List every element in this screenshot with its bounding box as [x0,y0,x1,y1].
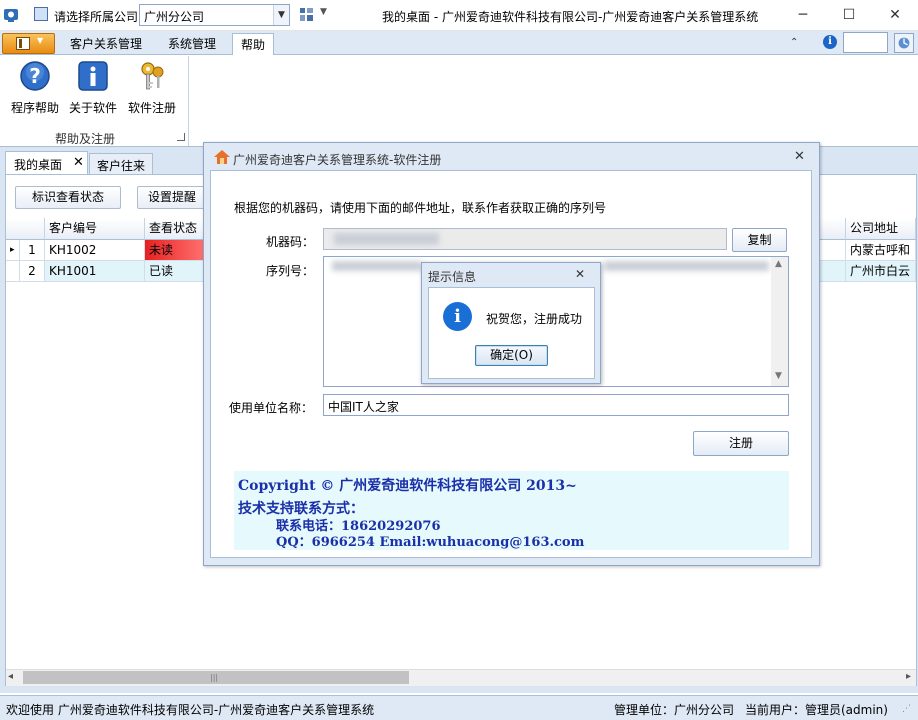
close-icon[interactable]: ✕ [73,155,84,170]
ribbon-group-title: 帮助及注册 [55,132,116,146]
grid-header-view-status[interactable]: 查看状态 [145,218,205,240]
chevron-down-icon: ▼ [37,36,44,45]
unit-name-field[interactable]: 中国IT人之家 [323,394,789,416]
doc-tab-desktop-label: 我的桌面 [14,158,63,172]
row-current-marker: ▸ [6,240,20,261]
serial-number-label: 序列号： [266,264,315,278]
info-icon: i [443,302,472,331]
unit-name-value: 中国IT人之家 [328,400,399,414]
cell-customer-id[interactable]: KH1002 [45,240,145,261]
layout-dropdown-icon[interactable]: ▼ [320,7,327,17]
redacted-serial [604,261,769,271]
cell-customer-id[interactable]: KH1001 [45,261,145,282]
mark-status-button[interactable]: 标识查看状态 [15,186,121,209]
message-text: 祝贺您，注册成功 [486,312,583,326]
status-management-unit: 管理单位：广州分公司 [614,703,735,717]
scroll-right-icon[interactable]: ▸ [906,671,911,682]
program-help-label: 程序帮助 [10,101,59,115]
grid-header-hidden [820,218,846,240]
style-icon[interactable] [894,33,914,53]
set-reminder-button[interactable]: 设置提醒 [137,186,207,209]
grip-icon: ||| [210,673,219,682]
about-software-label: 关于软件 [68,101,117,115]
row-number: 2 [20,261,45,282]
cell-view-status[interactable]: 已读 [145,261,205,282]
close-button[interactable]: ✕ [872,0,918,31]
register-dialog-title: 广州爱奇迪客户关系管理系统-软件注册 [233,153,442,167]
redacted-machine-code [334,233,439,245]
ok-button[interactable]: 确定(O) [475,345,548,366]
vertical-scrollbar[interactable]: ▲ ▼ [771,257,788,386]
machine-code-label: 机器码： [266,235,315,249]
tab-help[interactable]: 帮助 [232,33,275,56]
menu-icon [16,37,30,50]
row-number: 1 [20,240,45,261]
chevron-down-icon[interactable]: ▼ [273,5,289,25]
home-icon [214,150,230,164]
software-register-button[interactable]: 软件注册 [127,60,177,116]
app-icon [4,9,18,22]
grid-header-customer-id[interactable]: 客户编号 [45,218,145,240]
copyright-panel: Copyright © 广州爱奇迪软件科技有限公司 2013~ 技术支持联系方式… [234,471,789,550]
register-instruction: 根据您的机器码，请使用下面的邮件地址，联系作者获取正确的序列号 [234,201,607,215]
minimize-button[interactable]: ─ [780,0,826,31]
help-icon: ? [20,61,50,91]
scroll-left-icon[interactable]: ◂ [8,671,13,682]
info-icon [78,61,108,91]
cell-address[interactable]: 广州市白云 [846,261,916,282]
message-box-title: 提示信息 [428,270,477,284]
support-qq-email: QQ：6966254 Email:wuhuacong@163.com [276,535,585,550]
unit-name-label: 使用单位名称： [229,401,314,415]
close-icon[interactable]: ✕ [575,267,585,281]
company-select-label: 请选择所属公司 [54,10,139,24]
window-title: 我的桌面 - 广州爱奇迪软件科技有限公司-广州爱奇迪客户关系管理系统 [382,10,759,24]
quick-access-icon[interactable] [34,7,48,21]
dialog-launcher-icon[interactable] [177,133,185,141]
program-help-button[interactable]: ? 程序帮助 [10,60,60,116]
doc-tab-customer-contact[interactable]: 客户往来 [89,153,153,174]
row-marker [6,261,20,282]
about-software-button[interactable]: 关于软件 [68,60,118,116]
keys-icon [141,62,164,90]
grid-header-address[interactable]: 公司地址 [846,218,916,240]
redacted-serial [332,261,422,271]
info-icon[interactable]: i [823,35,837,49]
cell-view-status[interactable]: 未读 [145,240,205,261]
svg-text:?: ? [29,64,41,88]
cell-hidden [820,261,846,282]
scroll-up-icon[interactable]: ▲ [775,259,782,269]
ribbon-search-input[interactable] [843,32,888,53]
doc-tab-desktop[interactable]: 我的桌面 ✕ [5,151,88,175]
layout-icon[interactable] [300,8,313,21]
grid-header-indicator [6,218,45,240]
resize-grip-icon[interactable]: ⋰ [902,704,911,714]
software-register-label: 软件注册 [127,101,176,115]
ribbon-collapse-icon[interactable]: ⌃ [790,37,798,48]
cell-hidden [820,240,846,261]
doc-tab-contact-label: 客户往来 [97,159,146,173]
company-select[interactable]: 广州分公司 ▼ [139,4,290,26]
machine-code-field[interactable] [323,228,727,250]
cell-address[interactable]: 内蒙古呼和 [846,240,916,261]
scroll-down-icon[interactable]: ▼ [775,371,782,381]
app-menu-button[interactable]: ▼ [2,33,55,54]
company-select-value: 广州分公司 [144,10,205,24]
copyright-line: Copyright © 广州爱奇迪软件科技有限公司 2013~ [238,478,577,494]
copy-button[interactable]: 复制 [732,228,787,252]
status-welcome: 欢迎使用 广州爱奇迪软件科技有限公司-广州爱奇迪客户关系管理系统 [6,703,375,717]
maximize-button[interactable]: ☐ [826,0,872,31]
tab-system-management[interactable]: 系统管理 [160,33,224,55]
register-button[interactable]: 注册 [693,431,789,456]
scrollbar-thumb[interactable]: ||| [23,671,409,684]
tab-customer-management[interactable]: 客户关系管理 [62,33,150,55]
close-icon[interactable]: ✕ [794,149,805,164]
status-current-user: 当前用户：管理员(admin) [745,703,888,717]
